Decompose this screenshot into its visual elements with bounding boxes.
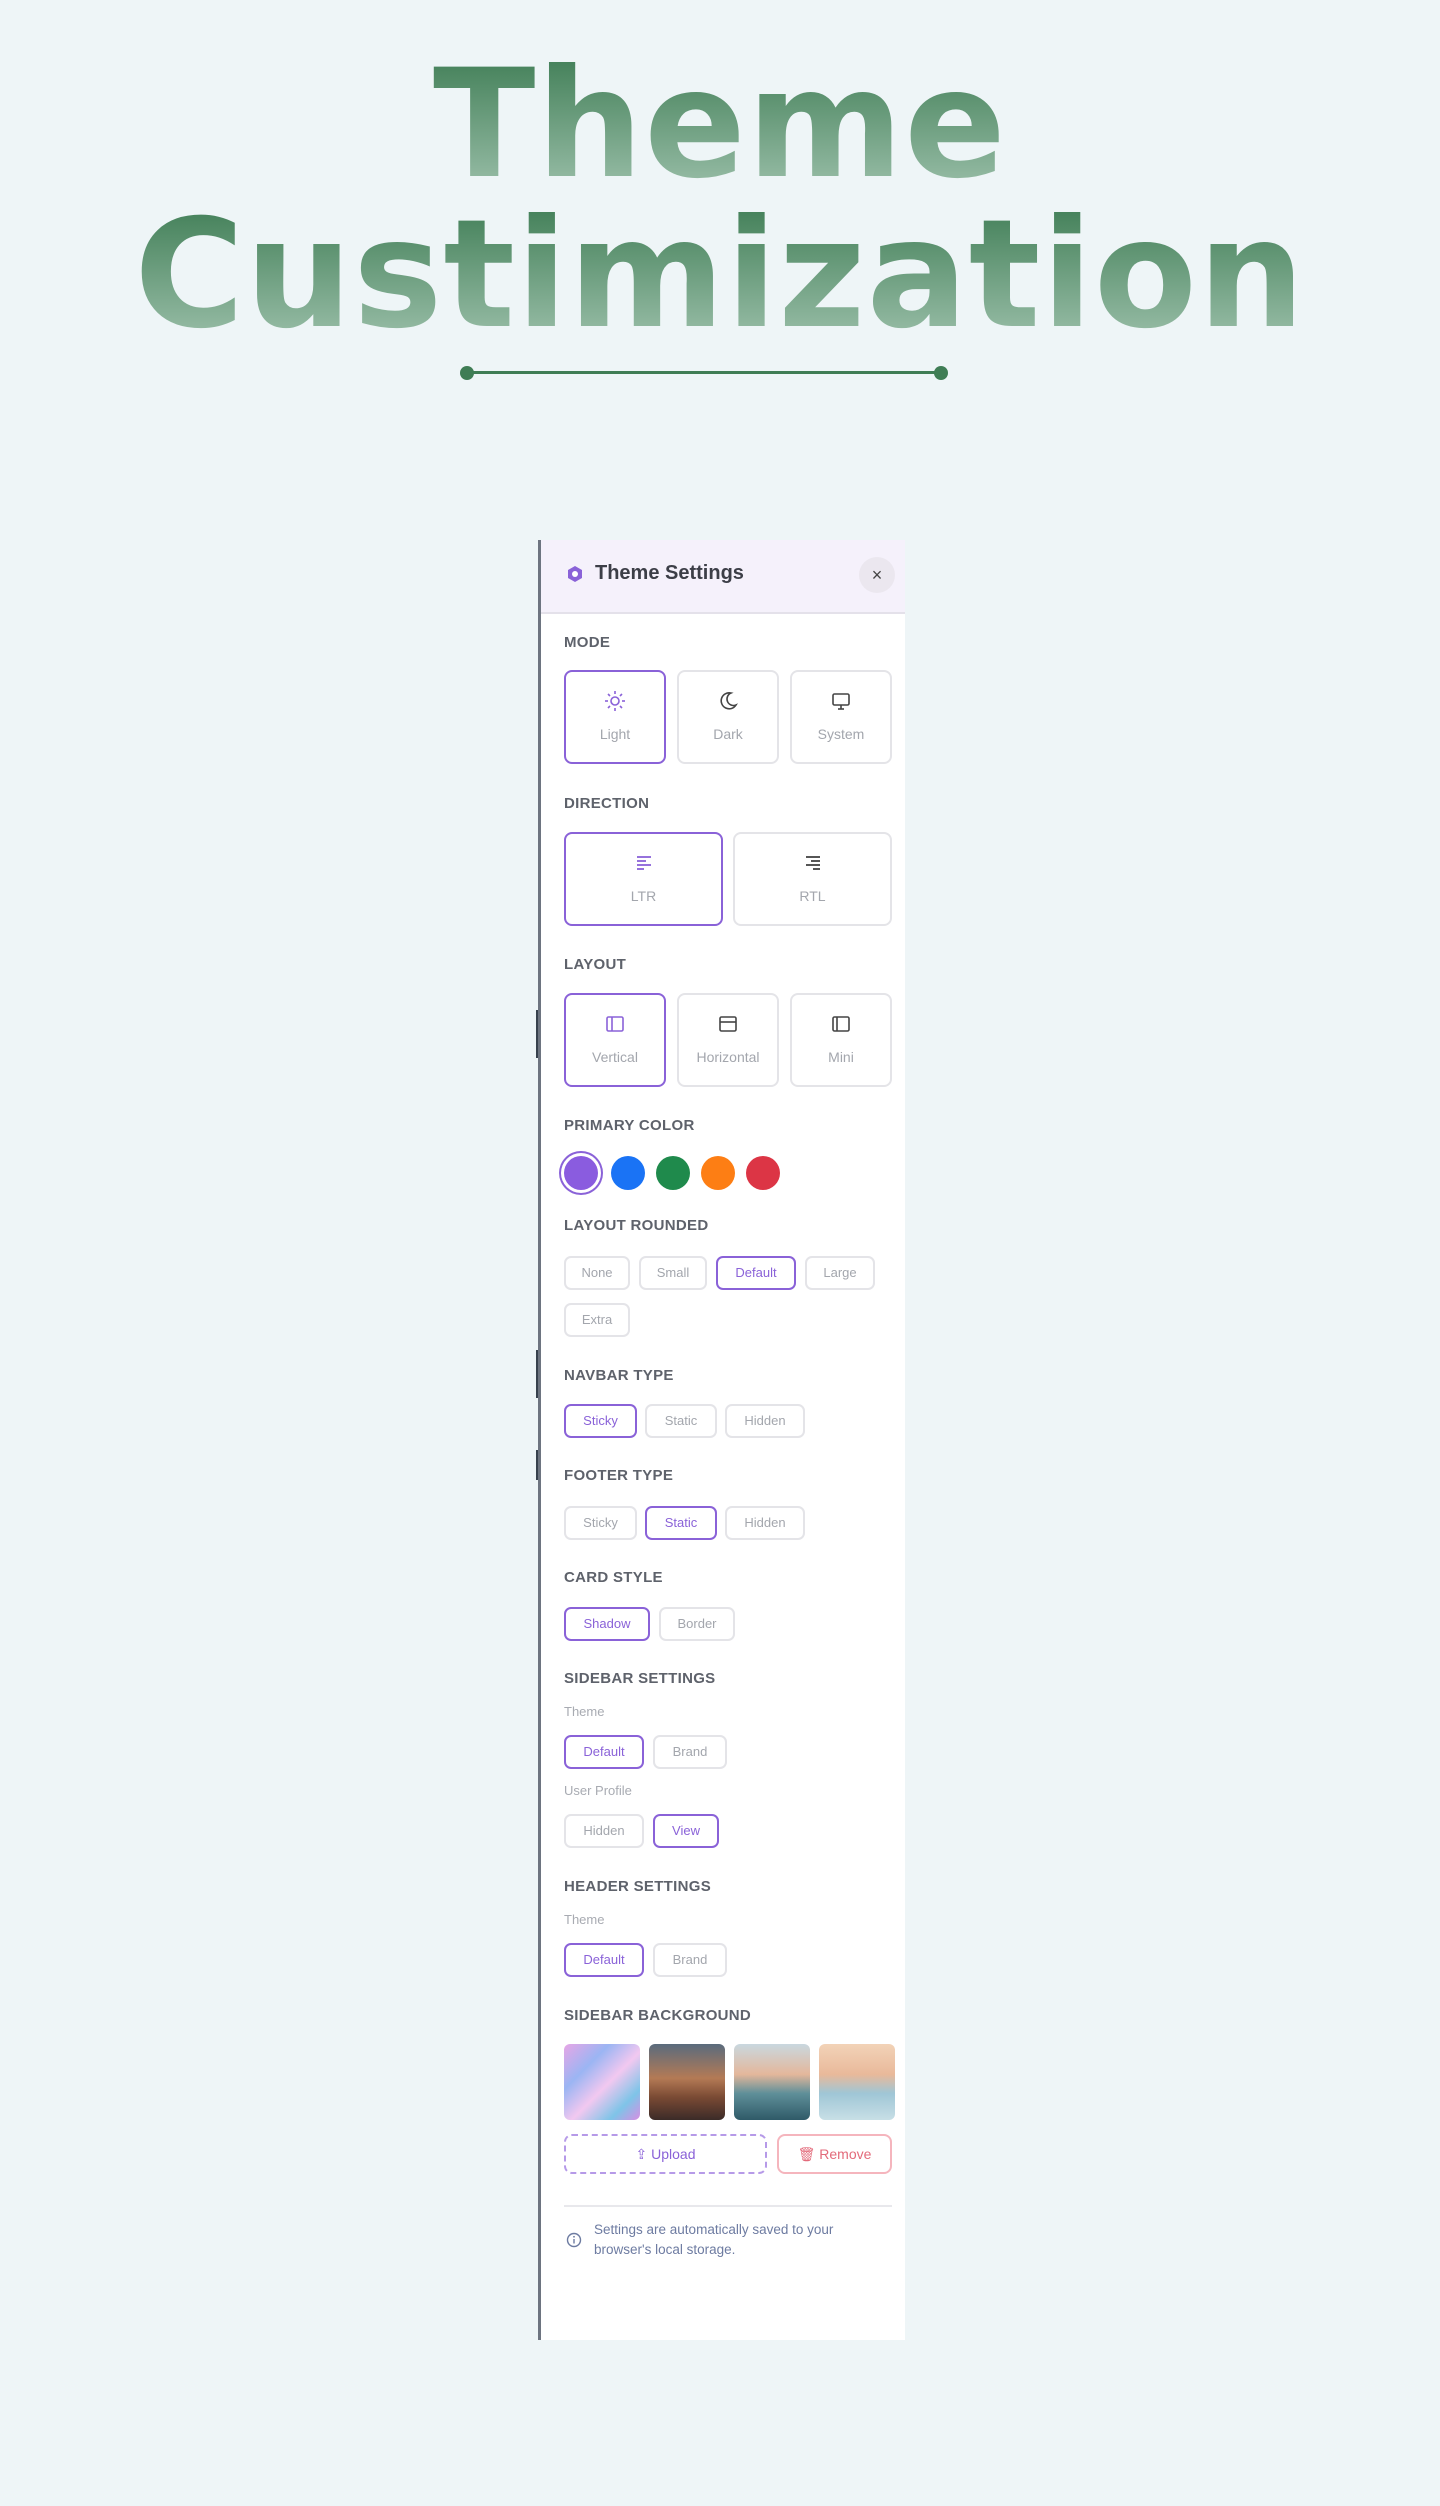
moon-icon (720, 692, 738, 710)
mode-system-option[interactable]: System (790, 670, 892, 764)
mini-sidebar-layout-icon (832, 1016, 850, 1032)
header-theme-brand-chip[interactable]: Brand (653, 1943, 727, 1977)
mode-light-option[interactable]: Light (564, 670, 666, 764)
sidebar-theme-label: Theme (564, 1704, 605, 1719)
section-sidebar-settings-label: SIDEBAR SETTINGS (564, 1670, 716, 1687)
background-thumb-beach[interactable] (819, 2044, 895, 2120)
section-navbar-type-label: NAVBAR TYPE (564, 1367, 674, 1384)
section-layout-label: LAYOUT (564, 956, 627, 973)
upload-icon: ⇪ (635, 2146, 652, 2162)
upload-button[interactable]: ⇪ Upload (564, 2134, 767, 2174)
layout-vertical-label: Vertical (592, 1049, 638, 1065)
footer-static-chip[interactable]: Static (645, 1506, 717, 1540)
trash-icon: 🗑 (797, 2146, 820, 2162)
rounded-large-chip[interactable]: Large (805, 1256, 875, 1290)
footer-hidden-chip[interactable]: Hidden (725, 1506, 805, 1540)
card-shadow-chip[interactable]: Shadow (564, 1607, 650, 1641)
section-card-style-label: CARD STYLE (564, 1569, 663, 1586)
auto-save-note: Settings are automatically saved to your… (594, 2222, 834, 2257)
hero-title-line-1: Theme (0, 50, 1440, 200)
color-swatch-blue[interactable] (611, 1156, 645, 1190)
navbar-sticky-chip[interactable]: Sticky (564, 1404, 637, 1438)
direction-ltr-option[interactable]: LTR (564, 832, 723, 926)
hero-title: Theme Custimization (0, 40, 1440, 350)
upload-label: Upload (651, 2146, 696, 2162)
align-left-icon (636, 856, 651, 870)
divider (564, 2205, 892, 2207)
layout-horizontal-option[interactable]: Horizontal (677, 993, 779, 1087)
mode-light-label: Light (599, 726, 631, 742)
align-right-icon (805, 856, 820, 870)
direction-ltr-label: LTR (630, 888, 657, 904)
color-swatch-green[interactable] (656, 1156, 690, 1190)
mode-system-label: System (817, 726, 865, 742)
section-direction-label: DIRECTION (564, 795, 650, 812)
hero-title-line-2: Custimization (0, 200, 1440, 350)
layout-horizontal-label: Horizontal (696, 1049, 760, 1065)
layout-mini-label: Mini (828, 1049, 854, 1065)
layout-vertical-option[interactable]: Vertical (564, 993, 666, 1087)
mode-dark-option[interactable]: Dark (677, 670, 779, 764)
remove-button[interactable]: 🗑 Remove (777, 2134, 892, 2174)
panel-title: Theme Settings (595, 562, 744, 584)
section-footer-type-label: FOOTER TYPE (564, 1467, 674, 1484)
sidebar-user-profile-label: User Profile (564, 1783, 632, 1798)
header-theme-label: Theme (564, 1912, 605, 1927)
color-swatch-purple[interactable] (564, 1156, 598, 1190)
sidebar-layout-icon (606, 1016, 624, 1032)
close-button[interactable]: × (859, 557, 895, 593)
settings-hexagon-icon (568, 566, 582, 582)
rounded-none-chip[interactable]: None (564, 1256, 630, 1290)
color-swatch-red[interactable] (746, 1156, 780, 1190)
top-bar-layout-icon (719, 1016, 737, 1032)
layout-mini-option[interactable]: Mini (790, 993, 892, 1087)
rounded-extra-chip[interactable]: Extra (564, 1303, 630, 1337)
background-thumb-desert-road[interactable] (649, 2044, 725, 2120)
mode-dark-label: Dark (713, 726, 743, 742)
footer-sticky-chip[interactable]: Sticky (564, 1506, 637, 1540)
rounded-default-chip[interactable]: Default (716, 1256, 796, 1290)
remove-label: Remove (819, 2146, 872, 2162)
background-thumb-mountain-lake[interactable] (734, 2044, 810, 2120)
section-layout-rounded-label: LAYOUT ROUNDED (564, 1217, 709, 1234)
panel-header: Theme Settings × (541, 540, 905, 614)
section-sidebar-background-label: SIDEBAR BACKGROUND (564, 2007, 752, 2024)
monitor-icon (832, 693, 850, 710)
sidebar-theme-brand-chip[interactable]: Brand (653, 1735, 727, 1769)
section-primary-color-label: PRIMARY COLOR (564, 1117, 695, 1134)
header-theme-default-chip[interactable]: Default (564, 1943, 644, 1977)
direction-rtl-option[interactable]: RTL (733, 832, 892, 926)
navbar-static-chip[interactable]: Static (645, 1404, 717, 1438)
title-divider (460, 366, 948, 380)
navbar-hidden-chip[interactable]: Hidden (725, 1404, 805, 1438)
sun-icon (605, 691, 625, 711)
card-border-chip[interactable]: Border (659, 1607, 735, 1641)
section-header-settings-label: HEADER SETTINGS (564, 1878, 712, 1895)
background-thumb-marble[interactable] (564, 2044, 640, 2120)
rounded-small-chip[interactable]: Small (639, 1256, 707, 1290)
section-mode-label: MODE (564, 634, 611, 651)
info-icon (566, 2232, 582, 2248)
color-swatch-orange[interactable] (701, 1156, 735, 1190)
sidebar-profile-view-chip[interactable]: View (653, 1814, 719, 1848)
direction-rtl-label: RTL (799, 888, 826, 904)
sidebar-theme-default-chip[interactable]: Default (564, 1735, 644, 1769)
sidebar-profile-hidden-chip[interactable]: Hidden (564, 1814, 644, 1848)
theme-settings-panel: Theme Settings × MODE Light Dark System … (538, 540, 905, 2340)
